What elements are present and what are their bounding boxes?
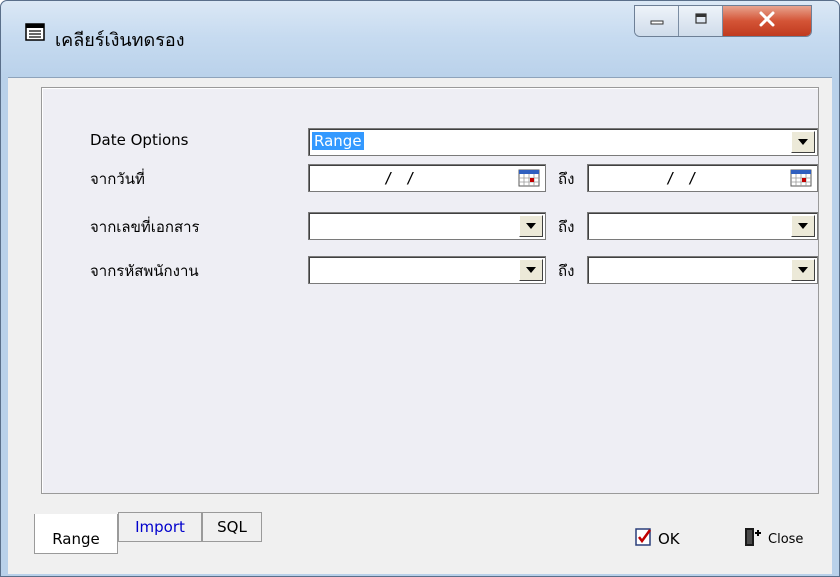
close-icon bbox=[757, 11, 777, 31]
from-doc-no-select[interactable] bbox=[308, 212, 546, 240]
close-label: Close bbox=[768, 531, 804, 547]
door-exit-icon bbox=[742, 526, 764, 552]
date-options-select[interactable]: Range bbox=[308, 128, 818, 156]
to-date-label: ถึง bbox=[558, 170, 575, 188]
to-date-value: / / bbox=[666, 169, 700, 187]
to-doc-no-select[interactable] bbox=[587, 212, 818, 240]
title-bar[interactable]: เคลียร์เงินทดรอง bbox=[1, 1, 839, 79]
tab-sql[interactable]: SQL bbox=[202, 512, 262, 542]
form-icon bbox=[25, 23, 45, 41]
from-doc-no-label: จากเลขที่เอกสาร bbox=[90, 218, 200, 236]
tab-range-label: Range bbox=[52, 529, 100, 548]
chevron-down-icon[interactable] bbox=[519, 215, 543, 237]
chevron-down-icon[interactable] bbox=[519, 259, 543, 281]
client-area: Date Options Range จากวันที่ / / ถึง / /… bbox=[8, 77, 832, 574]
minimize-icon bbox=[649, 12, 665, 30]
from-date-label: จากวันที่ bbox=[90, 170, 145, 188]
maximize-button[interactable] bbox=[679, 6, 723, 36]
tab-sql-label: SQL bbox=[217, 518, 247, 536]
calendar-icon[interactable] bbox=[515, 167, 543, 189]
close-window-button[interactable] bbox=[723, 6, 811, 36]
close-button[interactable]: Close bbox=[742, 526, 803, 552]
from-date-input[interactable]: / / bbox=[308, 164, 546, 192]
minimize-button[interactable] bbox=[635, 6, 679, 36]
to-emp-code-label: ถึง bbox=[558, 262, 575, 280]
from-date-value: / / bbox=[384, 169, 418, 187]
tab-range[interactable]: Range bbox=[34, 514, 118, 554]
dialog-window: เคลียร์เงินทดรอง Date Options Range จากว… bbox=[0, 0, 840, 577]
ok-label: OK bbox=[658, 530, 680, 548]
from-emp-code-label: จากรหัสพนักงาน bbox=[90, 262, 199, 280]
window-title: เคลียร์เงินทดรอง bbox=[55, 30, 185, 51]
tab-import[interactable]: Import bbox=[118, 512, 202, 542]
chevron-down-icon[interactable] bbox=[791, 259, 815, 281]
chevron-down-icon[interactable] bbox=[791, 131, 815, 153]
ok-button[interactable]: OK bbox=[634, 526, 680, 552]
ok-icon bbox=[634, 527, 654, 551]
calendar-icon[interactable] bbox=[787, 167, 815, 189]
from-emp-code-select[interactable] bbox=[308, 256, 546, 284]
maximize-icon bbox=[693, 12, 709, 30]
window-controls bbox=[634, 5, 812, 37]
to-doc-no-label: ถึง bbox=[558, 218, 575, 236]
to-date-input[interactable]: / / bbox=[587, 164, 818, 192]
tab-import-label: Import bbox=[135, 518, 185, 536]
date-options-label: Date Options bbox=[90, 131, 189, 149]
date-options-value: Range bbox=[311, 131, 365, 151]
criteria-panel: Date Options Range จากวันที่ / / ถึง / /… bbox=[41, 87, 819, 494]
chevron-down-icon[interactable] bbox=[791, 215, 815, 237]
to-emp-code-select[interactable] bbox=[587, 256, 818, 284]
